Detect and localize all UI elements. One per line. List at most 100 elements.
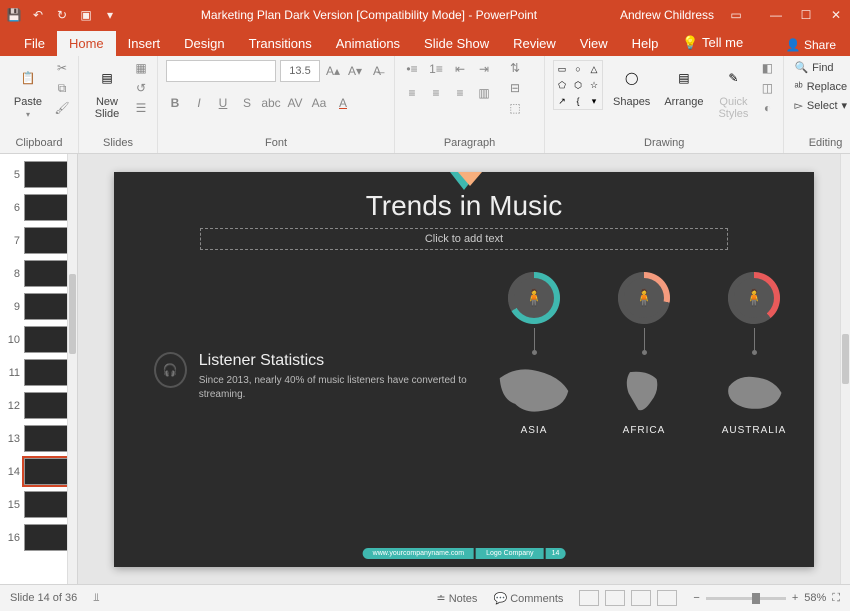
workspace: 5 6 7 8 9 10 11 12 13 14 15 16 Trends in… (0, 154, 850, 584)
bold-button[interactable]: B (166, 94, 184, 112)
slide-thumb[interactable]: 9 (0, 290, 77, 323)
tab-insert[interactable]: Insert (116, 31, 173, 56)
italic-button[interactable]: I (190, 94, 208, 112)
reading-view-icon[interactable] (631, 590, 651, 606)
indent-inc-icon[interactable]: ⇥ (475, 60, 493, 78)
copy-icon[interactable]: ⧉ (54, 80, 70, 96)
arrange-button[interactable]: ▤Arrange (660, 60, 707, 110)
smartart-icon[interactable]: ⬚ (507, 100, 523, 116)
slide-thumb[interactable]: 6 (0, 191, 77, 224)
increase-font-icon[interactable]: A▴ (324, 62, 342, 80)
font-color-icon[interactable]: A (334, 94, 352, 112)
shapes-button[interactable]: ◯Shapes (609, 60, 654, 110)
bullets-icon[interactable]: •≡ (403, 60, 421, 78)
tab-slideshow[interactable]: Slide Show (412, 31, 501, 56)
undo-icon[interactable]: ↶ (30, 7, 46, 23)
slide-thumb[interactable]: 8 (0, 257, 77, 290)
format-painter-icon[interactable]: 🖌 (54, 100, 70, 116)
font-name-input[interactable] (166, 60, 276, 82)
slide-thumb[interactable]: 11 (0, 356, 77, 389)
case-icon[interactable]: Aa (310, 94, 328, 112)
slide-title[interactable]: Trends in Music (114, 190, 814, 222)
new-slide-button[interactable]: ▤ New Slide (87, 60, 127, 122)
font-size-input[interactable]: 13.5 (280, 60, 320, 82)
decrease-font-icon[interactable]: A▾ (346, 62, 364, 80)
zoom-value[interactable]: 58% (804, 592, 826, 604)
region-australia[interactable]: 🧍 AUSTRALIA (704, 272, 804, 436)
region-africa[interactable]: 🧍 AFRICA (594, 272, 694, 436)
redo-icon[interactable]: ↻ (54, 7, 70, 23)
underline-button[interactable]: U (214, 94, 232, 112)
tab-file[interactable]: File (12, 31, 57, 56)
layout-icon[interactable]: ▦ (133, 60, 149, 76)
numbering-icon[interactable]: 1≡ (427, 60, 445, 78)
tab-home[interactable]: Home (57, 31, 116, 56)
start-slideshow-icon[interactable]: ▣ (78, 7, 94, 23)
zoom-out-icon[interactable]: − (693, 592, 699, 604)
slide-thumb[interactable]: 5 (0, 158, 77, 191)
tab-animations[interactable]: Animations (324, 31, 412, 56)
thumbnail-scrollbar[interactable] (67, 154, 77, 584)
qat-dropdown-icon[interactable]: ▾ (102, 7, 118, 23)
indent-dec-icon[interactable]: ⇤ (451, 60, 469, 78)
zoom-in-icon[interactable]: + (792, 592, 798, 604)
tab-design[interactable]: Design (172, 31, 236, 56)
slide-thumb[interactable]: 15 (0, 488, 77, 521)
tab-tellme[interactable]: 💡 Tell me (670, 30, 755, 56)
canvas-scrollbar[interactable] (840, 154, 850, 584)
tab-review[interactable]: Review (501, 31, 568, 56)
save-icon[interactable]: 💾 (6, 7, 22, 23)
ribbon-options-icon[interactable]: ▭ (728, 7, 744, 23)
shapes-gallery[interactable]: ▭○△ ⬠⬡☆ ↗{▾ (553, 60, 603, 110)
status-bar: Slide 14 of 36 ⫫ ≐ Notes 💬 Comments − + … (0, 584, 850, 611)
tab-transitions[interactable]: Transitions (237, 31, 324, 56)
group-font: 13.5 A▴ A▾ A̶ B I U S abc AV Aa A Font (158, 56, 395, 153)
slide[interactable]: Trends in Music Click to add text 🎧 List… (114, 172, 814, 567)
sorter-view-icon[interactable] (605, 590, 625, 606)
align-right-icon[interactable]: ≡ (451, 84, 469, 102)
slideshow-view-icon[interactable] (657, 590, 677, 606)
tab-view[interactable]: View (568, 31, 620, 56)
text-direction-icon[interactable]: ⇅ (507, 60, 523, 76)
slide-thumb[interactable]: 7 (0, 224, 77, 257)
slide-thumb[interactable]: 16 (0, 521, 77, 554)
slide-thumb[interactable]: 14 (0, 455, 77, 488)
comments-button[interactable]: 💬 Comments (493, 592, 563, 605)
region-asia[interactable]: 🧍 ASIA (484, 272, 584, 436)
zoom-slider[interactable] (706, 597, 786, 600)
maximize-icon[interactable]: ☐ (798, 7, 814, 23)
section-icon[interactable]: ☰ (133, 100, 149, 116)
shape-fill-icon[interactable]: ◧ (759, 60, 775, 76)
slide-thumb[interactable]: 13 (0, 422, 77, 455)
paste-button[interactable]: 📋 Paste ▾ (8, 60, 48, 121)
columns-icon[interactable]: ▥ (475, 84, 493, 102)
close-icon[interactable]: ✕ (828, 7, 844, 23)
subtitle-placeholder[interactable]: Click to add text (200, 228, 728, 250)
align-text-icon[interactable]: ⊟ (507, 80, 523, 96)
align-center-icon[interactable]: ≡ (427, 84, 445, 102)
view-buttons (579, 590, 677, 606)
slide-thumb[interactable]: 12 (0, 389, 77, 422)
cut-icon[interactable]: ✂ (54, 60, 70, 76)
notes-button[interactable]: ≐ Notes (436, 592, 477, 605)
select-button[interactable]: ▻Select ▾ (792, 98, 849, 113)
tab-help[interactable]: Help (620, 31, 671, 56)
align-left-icon[interactable]: ≡ (403, 84, 421, 102)
spacing-icon[interactable]: AV (286, 94, 304, 112)
spellcheck-icon[interactable]: ⫫ (93, 592, 99, 605)
fit-window-icon[interactable]: ⛶ (832, 592, 840, 605)
find-button[interactable]: 🔍Find (792, 60, 835, 75)
share-button[interactable]: 👤 Share (786, 38, 836, 52)
normal-view-icon[interactable] (579, 590, 599, 606)
listener-stats-block[interactable]: 🎧 Listener Statistics Since 2013, nearly… (154, 352, 484, 402)
quick-styles-button[interactable]: ✎Quick Styles (713, 60, 753, 122)
slide-thumb[interactable]: 10 (0, 323, 77, 356)
clear-format-icon[interactable]: A̶ (368, 62, 386, 80)
shape-effects-icon[interactable]: ◐ (759, 100, 775, 116)
strike-button[interactable]: abc (262, 94, 280, 112)
minimize-icon[interactable]: — (768, 7, 784, 23)
shadow-button[interactable]: S (238, 94, 256, 112)
shape-outline-icon[interactable]: ◫ (759, 80, 775, 96)
reset-icon[interactable]: ↺ (133, 80, 149, 96)
replace-button[interactable]: ᵃᵇReplace ▾ (792, 79, 850, 94)
